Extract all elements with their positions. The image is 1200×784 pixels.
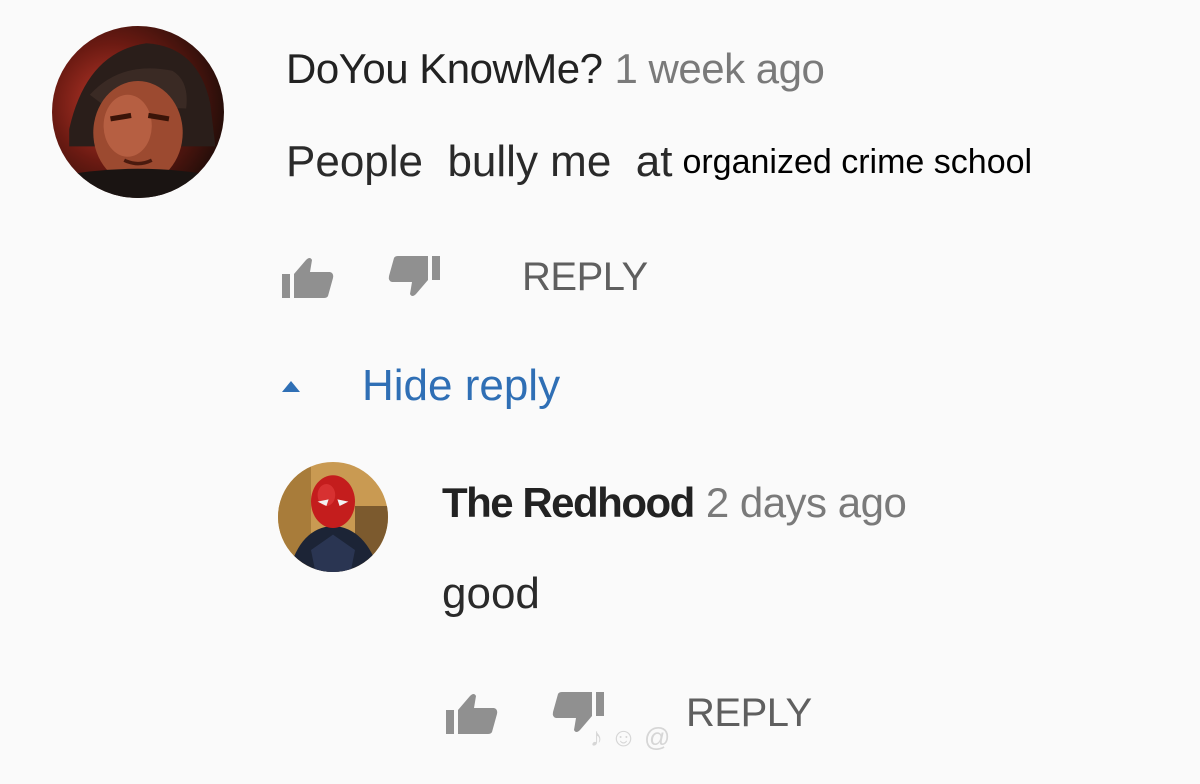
thumbs-down-icon[interactable] xyxy=(386,254,442,300)
red-hood-icon xyxy=(278,462,388,572)
hide-replies-toggle[interactable]: Hide reply xyxy=(282,364,560,408)
edited-overlay-text: organized crime school xyxy=(682,143,1033,181)
timestamp[interactable]: 1 week ago xyxy=(615,45,825,92)
reply-text: good xyxy=(442,569,540,618)
soldier-portrait-icon xyxy=(52,26,224,198)
reply-timestamp[interactable]: 2 days ago xyxy=(706,479,907,526)
hide-reply-label: Hide reply xyxy=(362,361,561,410)
author-name[interactable]: DoYou KnowMe? xyxy=(286,45,603,92)
thumbs-up-icon[interactable] xyxy=(444,690,500,736)
reply-button[interactable]: REPLY xyxy=(522,257,648,297)
avatar[interactable] xyxy=(52,26,224,198)
comment-actions: REPLY xyxy=(280,254,648,300)
comment-text-original: People bully me at xyxy=(286,137,673,186)
reply-avatar[interactable] xyxy=(278,462,388,572)
comment-thread: DoYou KnowMe? 1 week ago People bully me … xyxy=(0,0,1200,784)
comment-text: People bully me at organized crime school xyxy=(286,140,1032,184)
caret-up-icon xyxy=(282,380,300,392)
reply-button[interactable]: REPLY xyxy=(686,693,812,733)
watermark: ♪ ☺ @ xyxy=(590,722,671,752)
thumbs-up-icon[interactable] xyxy=(280,254,336,300)
reply-header: The Redhood 2 days ago xyxy=(442,479,907,526)
comment-header: DoYou KnowMe? 1 week ago xyxy=(286,45,825,92)
reply-author-name[interactable]: The Redhood xyxy=(442,479,695,526)
